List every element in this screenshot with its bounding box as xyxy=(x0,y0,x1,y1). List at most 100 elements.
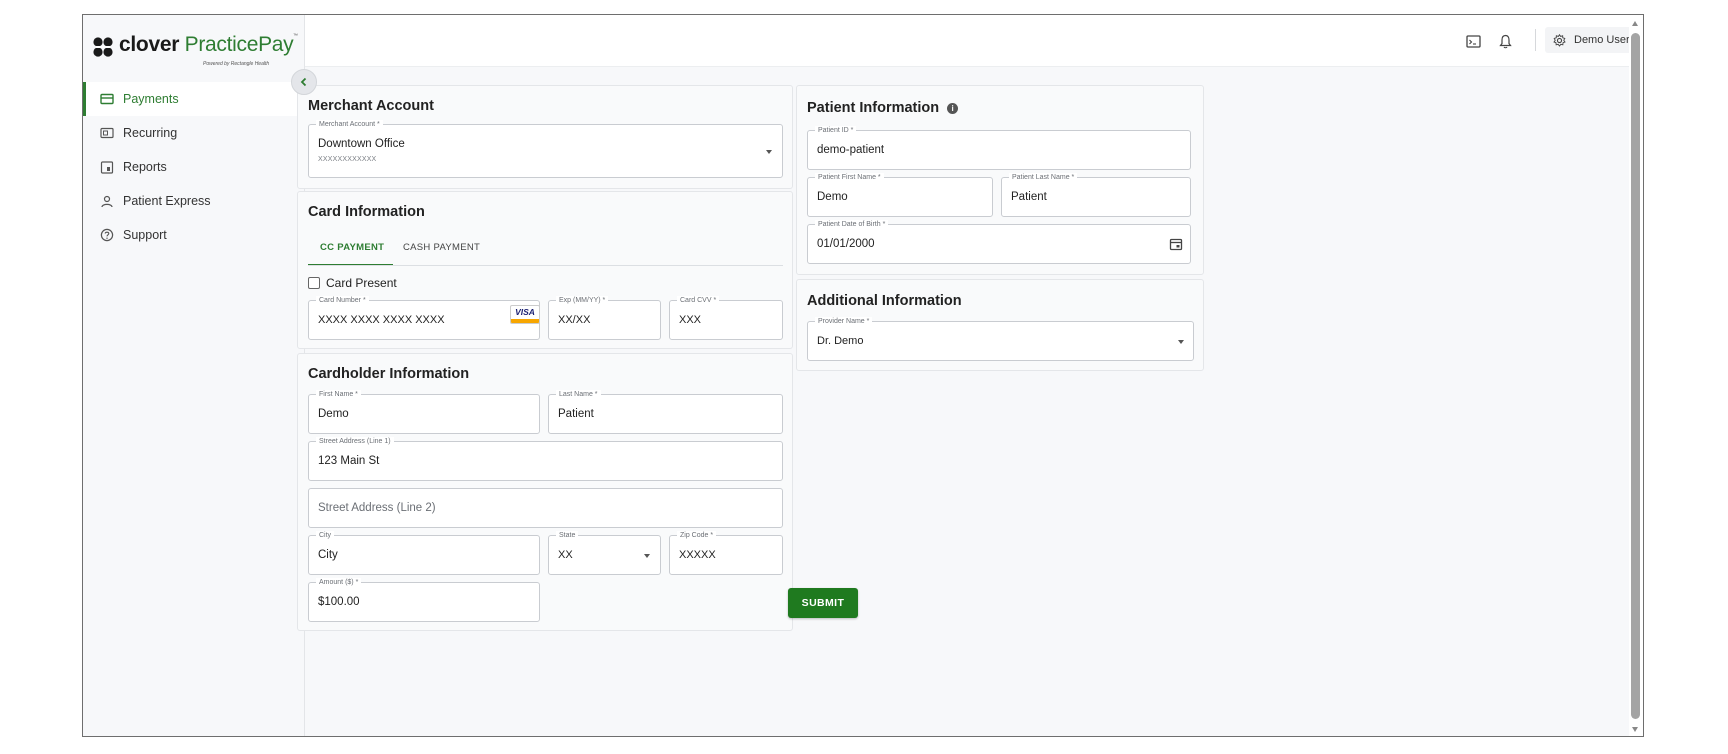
last-name-value: Patient xyxy=(558,408,594,420)
sidebar-item-label: Reports xyxy=(123,160,167,174)
chevron-down-icon xyxy=(644,554,650,558)
zip-code-label: Zip Code * xyxy=(677,531,717,540)
patient-first-name-value: Demo xyxy=(817,191,848,203)
user-name: Demo User xyxy=(1574,34,1630,46)
sidebar-item-label: Patient Express xyxy=(123,194,211,208)
last-name-field[interactable]: Last Name * Patient xyxy=(548,390,783,434)
collapse-sidebar-button[interactable] xyxy=(291,69,317,95)
card-cvv-field[interactable]: Card CVV * XXX xyxy=(669,296,783,340)
chevron-left-icon xyxy=(300,77,307,87)
patient-dob-label: Patient Date of Birth * xyxy=(815,220,889,229)
additional-information-card: Additional Information Provider Name * D… xyxy=(796,279,1204,371)
street-address-line1-field[interactable]: Street Address (Line 1) 123 Main St xyxy=(308,437,783,481)
first-name-field[interactable]: First Name * Demo xyxy=(308,390,540,434)
clover-logo-icon xyxy=(93,37,113,57)
city-field[interactable]: City City xyxy=(308,531,540,575)
card-number-label: Card Number * xyxy=(316,296,369,305)
card-cvv-value: XXX xyxy=(679,314,702,326)
vertical-scrollbar[interactable] xyxy=(1629,15,1643,736)
sidebar-item-label: Recurring xyxy=(123,126,178,140)
tab-cash-payment[interactable]: CASH PAYMENT xyxy=(403,242,480,253)
exp-date-value: XX/XX xyxy=(558,314,591,326)
merchant-account-value: Downtown Office xyxy=(318,138,405,150)
sidebar-item-reports[interactable]: Reports xyxy=(83,150,305,184)
top-header: Demo User xyxy=(305,15,1643,67)
state-label: State xyxy=(556,531,579,540)
last-name-label: Last Name * xyxy=(556,390,601,399)
patient-id-label: Patient ID * xyxy=(815,126,857,135)
brand-logo: clover PracticePay ™ Powered by Rectangl… xyxy=(91,33,301,77)
city-label: City xyxy=(316,531,335,540)
sidebar-nav: Payments Recurring Reports Patient Expre… xyxy=(83,82,305,252)
provider-name-value: Dr. Demo xyxy=(817,335,864,347)
patient-last-name-field[interactable]: Patient Last Name * Patient xyxy=(1001,173,1191,217)
submit-button[interactable]: SUBMIT xyxy=(788,588,858,618)
amount-value: $100.00 xyxy=(318,596,360,608)
scroll-down-arrow-icon[interactable] xyxy=(1632,727,1638,732)
trademark: ™ xyxy=(293,33,298,39)
bell-icon[interactable] xyxy=(1497,33,1513,49)
sidebar-item-payments[interactable]: Payments xyxy=(83,82,305,116)
patient-first-name-label: Patient First Name * xyxy=(815,173,884,182)
patient-dob-value: 01/01/2000 xyxy=(817,238,875,250)
street-address-line2-field[interactable]: Street Address (Line 2) xyxy=(308,488,783,528)
first-name-value: Demo xyxy=(318,408,349,420)
patient-dob-field[interactable]: Patient Date of Birth * 01/01/2000 xyxy=(807,220,1191,264)
sidebar-item-label: Payments xyxy=(123,92,179,106)
city-value: City xyxy=(318,549,338,561)
provider-name-select[interactable]: Provider Name * Dr. Demo xyxy=(807,317,1194,361)
card-present-checkbox[interactable] xyxy=(308,277,320,289)
amount-field[interactable]: Amount ($) * $100.00 xyxy=(308,578,540,622)
tab-cc-payment[interactable]: CC PAYMENT xyxy=(320,242,384,253)
recurring-icon xyxy=(99,125,115,141)
state-select[interactable]: State XX xyxy=(548,531,661,575)
card-present-label: Card Present xyxy=(326,276,397,290)
calendar-icon[interactable] xyxy=(1169,237,1183,251)
header-divider xyxy=(1535,29,1536,51)
merchant-account-label: Merchant Account * xyxy=(316,120,383,129)
street-address-line2-placeholder: Street Address (Line 2) xyxy=(318,502,436,514)
street-address-line1-value: 123 Main St xyxy=(318,455,380,467)
amount-label: Amount ($) * xyxy=(316,578,362,587)
tabs-divider xyxy=(308,265,783,266)
terminal-icon[interactable] xyxy=(1465,33,1481,49)
zip-code-field[interactable]: Zip Code * XXXXX xyxy=(669,531,783,575)
patient-information-title-text: Patient Information xyxy=(807,100,940,116)
sidebar-item-support[interactable]: Support xyxy=(83,218,305,252)
gear-icon xyxy=(1553,33,1566,47)
first-name-label: First Name * xyxy=(316,390,361,399)
patient-first-name-field[interactable]: Patient First Name * Demo xyxy=(807,173,993,217)
visa-card-icon: VISA xyxy=(510,305,540,324)
merchant-account-select[interactable]: Merchant Account * Downtown Office XXXXX… xyxy=(308,120,783,178)
patient-last-name-value: Patient xyxy=(1011,191,1047,203)
state-value: XX xyxy=(558,549,573,561)
app-window: clover PracticePay ™ Powered by Rectangl… xyxy=(82,14,1644,737)
card-number-value: XXXX XXXX XXXX XXXX xyxy=(318,314,445,326)
merchant-account-title: Merchant Account xyxy=(308,98,434,114)
cardholder-information-title: Cardholder Information xyxy=(308,366,470,382)
street-address-line1-label: Street Address (Line 1) xyxy=(316,437,394,446)
sidebar-item-recurring[interactable]: Recurring xyxy=(83,116,305,150)
sidebar-item-label: Support xyxy=(123,228,167,242)
merchant-account-number: XXXXXXXXXXXX xyxy=(318,156,377,163)
patient-last-name-label: Patient Last Name * xyxy=(1009,173,1078,182)
patient-information-title: Patient Information i xyxy=(807,100,959,116)
sidebar: clover PracticePay ™ Powered by Rectangl… xyxy=(83,15,305,736)
patient-id-value: demo-patient xyxy=(817,144,885,156)
card-icon xyxy=(99,91,115,107)
exp-date-field[interactable]: Exp (MM/YY) * XX/XX xyxy=(548,296,661,340)
merchant-account-card: Merchant Account Merchant Account * Down… xyxy=(297,85,793,189)
card-present-row: Card Present xyxy=(308,276,397,290)
card-cvv-label: Card CVV * xyxy=(677,296,720,305)
card-information-card: Card Information CC PAYMENT CASH PAYMENT… xyxy=(297,191,793,349)
sidebar-item-patient-express[interactable]: Patient Express xyxy=(83,184,305,218)
brand-tagline: Powered by Rectangle Health xyxy=(203,61,270,67)
scrollbar-thumb[interactable] xyxy=(1631,33,1640,719)
chevron-down-icon xyxy=(766,150,772,154)
card-number-field[interactable]: Card Number * XXXX XXXX XXXX XXXX VISA xyxy=(308,296,540,340)
scroll-up-arrow-icon[interactable] xyxy=(1632,21,1638,26)
patient-id-field[interactable]: Patient ID * demo-patient xyxy=(807,126,1191,170)
patient-information-card: Patient Information i Patient ID * demo-… xyxy=(796,85,1204,275)
person-icon xyxy=(99,193,115,209)
info-icon[interactable]: i xyxy=(947,103,959,114)
